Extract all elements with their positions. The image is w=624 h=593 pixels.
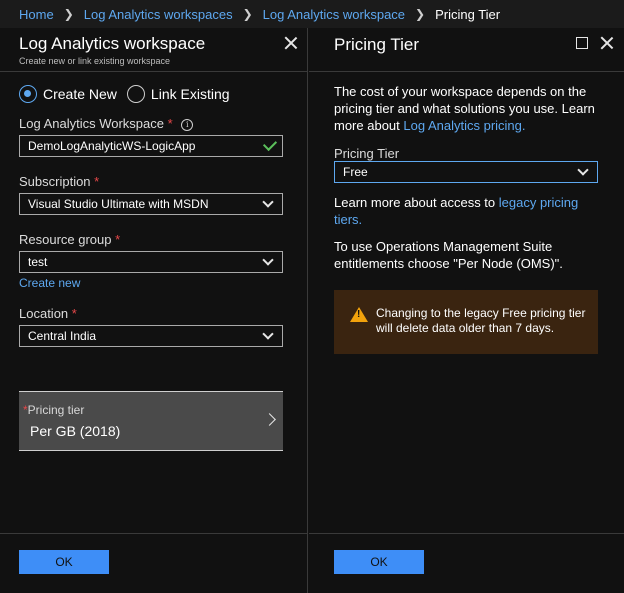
required-marker: * (115, 232, 121, 247)
blade-title: Log Analytics workspace (19, 34, 206, 53)
subscription-select[interactable]: Visual Studio Ultimate with MSDN (19, 193, 283, 215)
oms-entitlement-text: To use Operations Management Suite entit… (334, 239, 563, 271)
radio-create-new-label[interactable]: Create New (43, 86, 117, 102)
required-marker: * (94, 174, 100, 189)
chevron-down-icon (262, 195, 274, 208)
blade-header: Pricing Tier (309, 28, 624, 72)
chevron-down-icon (262, 327, 274, 340)
info-icon[interactable]: i (181, 119, 194, 131)
chevron-down-icon (577, 163, 589, 176)
subscription-label: Subscription * (19, 174, 100, 189)
warning-icon (350, 307, 368, 322)
create-new-resource-group-link[interactable]: Create new (19, 276, 80, 290)
workspace-mode-radio-group: Create New Link Existing (19, 85, 240, 103)
blade-subtitle: Create new or link existing workspace (19, 56, 171, 66)
chevron-right-icon: ❯ (415, 7, 426, 21)
breadcrumb-workspaces[interactable]: Log Analytics workspaces (84, 7, 233, 22)
pricing-tier-selector[interactable]: *Pricing tier Per GB (2018) (19, 391, 283, 451)
close-icon[interactable] (284, 36, 298, 50)
resource-group-label: Resource group * (19, 232, 121, 247)
radio-link-existing[interactable] (126, 85, 145, 103)
pricing-intro-text: The cost of your workspace depends on th… (334, 84, 595, 133)
location-select[interactable]: Central India (19, 325, 283, 347)
pricing-tier-blade: Pricing Tier The cost of your workspace … (309, 28, 624, 593)
chevron-right-icon: ❯ (242, 7, 253, 21)
ok-button[interactable]: OK (19, 550, 109, 574)
blade-header: Log Analytics workspace Create new or li… (0, 28, 307, 72)
log-analytics-workspace-blade: Log Analytics workspace Create new or li… (0, 28, 308, 593)
pricing-tier-label: *Pricing tier (23, 403, 85, 417)
chevron-right-icon (263, 413, 276, 426)
close-icon[interactable] (600, 36, 614, 50)
pricing-tier-select[interactable]: Free (334, 161, 598, 183)
pricing-tier-value: Per GB (2018) (30, 423, 121, 439)
maximize-icon[interactable] (576, 37, 588, 49)
required-marker: * (167, 116, 173, 131)
blade-footer: OK (0, 533, 307, 593)
breadcrumb: Home ❯ Log Analytics workspaces ❯ Log An… (0, 0, 624, 28)
radio-create-new[interactable] (19, 85, 37, 103)
location-label: Location * (19, 306, 77, 321)
workspace-name-input[interactable]: DemoLogAnalyticWS-LogicApp (19, 135, 283, 157)
chevron-down-icon (262, 253, 274, 266)
radio-link-existing-label[interactable]: Link Existing (151, 86, 230, 102)
ok-button[interactable]: OK (334, 550, 424, 574)
breadcrumb-workspace[interactable]: Log Analytics workspace (263, 7, 405, 22)
legacy-tiers-text: Learn more about access to legacy pricin… (334, 195, 579, 227)
required-marker: * (71, 306, 77, 321)
resource-group-select[interactable]: test (19, 251, 283, 273)
chevron-right-icon: ❯ (63, 7, 74, 21)
blade-footer: OK (309, 533, 624, 593)
workspace-label: Log Analytics Workspace * i (19, 116, 194, 131)
breadcrumb-current: Pricing Tier (435, 6, 501, 22)
warning-banner: Changing to the legacy Free pricing tier… (334, 290, 598, 354)
log-analytics-pricing-link[interactable]: Log Analytics pricing. (403, 118, 525, 133)
breadcrumb-home[interactable]: Home (19, 7, 54, 22)
check-icon (262, 136, 278, 152)
blade-title: Pricing Tier (334, 35, 420, 54)
warning-text: Changing to the legacy Free pricing tier… (376, 306, 586, 335)
pricing-tier-label: Pricing Tier (334, 146, 400, 161)
